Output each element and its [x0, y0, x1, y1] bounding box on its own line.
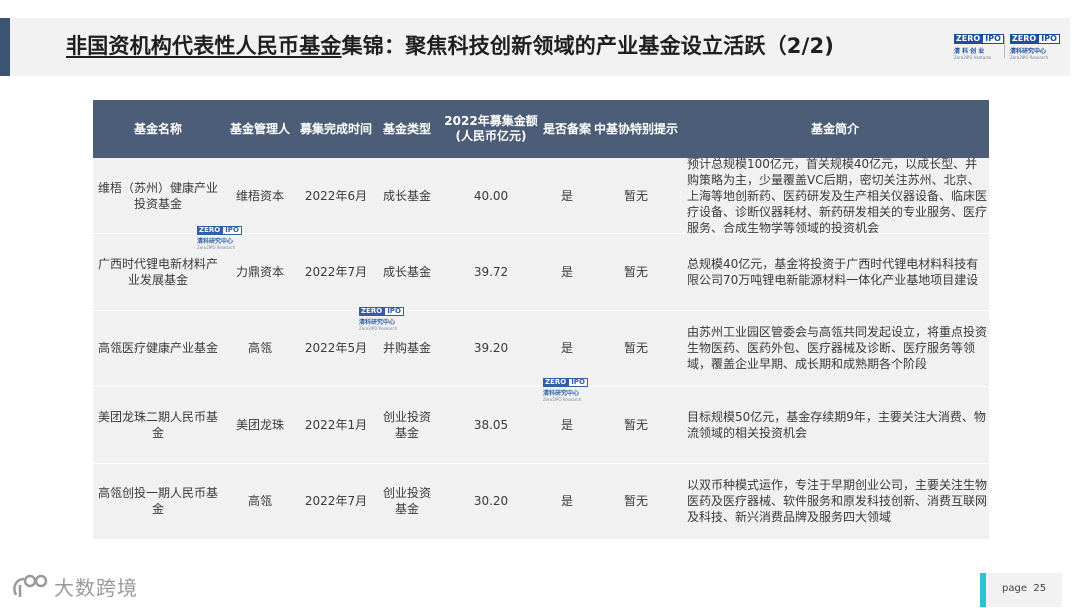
cell-fund-name: 高瓴医疗健康产业基金 — [97, 341, 218, 356]
table-header: 基金名称 基金管理人 募集完成时间 基金类型 2022年募集金额(人民币亿元) … — [93, 100, 989, 158]
cell-notice: 暂无 — [623, 188, 648, 203]
cell-description: 总规模40亿元，基金将投资于广西时代锂电材料科技有限公司70万吨锂电新能源材料一… — [687, 257, 979, 288]
logo-divider — [1004, 36, 1005, 58]
cell-description: 以双币种模式运作，专注于早期创业公司，主要关注生物医药及医疗器械、软件服务和原发… — [687, 478, 988, 525]
brand-name: 大数跨境 — [54, 576, 138, 600]
page-title: 非国资机构代表性人民币基金集锦：聚焦科技创新领域的产业基金设立活跃（2/2) — [66, 30, 834, 60]
zero2ipo-research-logo: ZERO IPO 清科研究中心 Zero2IPO Research — [1010, 34, 1062, 60]
zero2ipo-ventures-logo: ZERO IPO 清 科 创 业 Zero2IPO Ventures — [954, 34, 1006, 60]
cell-fund-name: 美团龙珠二期人民币基金 — [97, 409, 218, 440]
cell-fund-name: 高瓴创投一期人民币基金 — [97, 486, 218, 517]
cell-manager: 高瓴 — [247, 494, 272, 509]
cell-type: 成长基金 — [382, 188, 431, 203]
cell-filed: 是 — [560, 494, 573, 509]
cell-filed: 是 — [560, 188, 573, 203]
cell-manager: 美团龙珠 — [235, 417, 284, 432]
cell-notice: 暂无 — [623, 417, 648, 432]
title-accent-bar — [0, 18, 10, 76]
cell-notice: 暂无 — [623, 494, 648, 509]
page-number: page 25 — [1002, 583, 1047, 594]
zero2ipo-watermark: ZERO IPO 清科研究中心 Zero2IPO Research — [359, 307, 405, 331]
brand-logo-icon — [13, 574, 48, 597]
cell-type: 创业投资基金 — [382, 486, 431, 517]
cell-amount: 30.20 — [473, 494, 509, 509]
table-row: 高瓴医疗健康产业基金 高瓴 2022年5月 并购基金 39.20 是 暂无 由苏… — [93, 310, 989, 388]
cell-description: 目标规模50亿元，基金存续期9年，主要关注大消费、物流领域的相关投资机会 — [687, 409, 986, 440]
cell-manager: 维梧资本 — [235, 188, 284, 203]
cell-type: 创业投资基金 — [382, 409, 431, 440]
header-date: 募集完成时间 — [299, 121, 372, 136]
fund-table: 基金名称 基金管理人 募集完成时间 基金类型 2022年募集金额(人民币亿元) … — [93, 100, 989, 540]
brand-watermark: 大数跨境 — [10, 572, 138, 601]
cell-description: 预计总规模100亿元，首关规模40亿元，以成长型、并购策略为主，少量覆盖VC后期… — [687, 156, 988, 235]
cell-fund-name: 维梧（苏州）健康产业投资基金 — [97, 180, 218, 211]
cell-description: 由苏州工业园区管委会与高瓴共同发起设立，将重点投资生物医药、医药外包、医疗器械及… — [687, 325, 988, 372]
table-row: 高瓴创投一期人民币基金 高瓴 2022年7月 创业投资基金 30.20 是 暂无… — [93, 463, 989, 540]
cell-amount: 40.00 — [473, 188, 509, 203]
header-amount: 2022年募集金额(人民币亿元) — [444, 114, 538, 143]
page-title-underlined: 非国资机构代表性人民币基金 — [66, 34, 342, 58]
cell-notice: 暂无 — [623, 265, 648, 280]
cell-amount: 38.05 — [473, 417, 509, 432]
page-number-accent — [980, 573, 986, 607]
header-description: 基金简介 — [810, 121, 859, 136]
page-number-box: page 25 — [980, 573, 1062, 607]
cell-notice: 暂无 — [623, 341, 648, 356]
header-filed: 是否备案 — [543, 121, 592, 136]
cell-date: 2022年6月 — [304, 188, 368, 203]
header-fund-name: 基金名称 — [133, 121, 182, 136]
cell-manager: 高瓴 — [247, 341, 272, 356]
cell-type: 成长基金 — [382, 265, 431, 280]
cell-date: 2022年7月 — [304, 265, 368, 280]
table-row: 维梧（苏州）健康产业投资基金 维梧资本 2022年6月 成长基金 40.00 是… — [93, 156, 989, 235]
header-manager: 基金管理人 — [229, 121, 290, 136]
cell-date: 2022年7月 — [304, 494, 368, 509]
zero2ipo-watermark: ZERO IPO 清科研究中心 Zero2IPO Research — [197, 226, 243, 250]
table-row: 美团龙珠二期人民币基金 美团龙珠 2022年1月 创业投资基金 38.05 是 … — [93, 387, 989, 464]
cell-amount: 39.72 — [473, 265, 509, 280]
zero2ipo-watermark: ZERO IPO 清科研究中心 Zero2IPO Research — [543, 378, 589, 402]
cell-filed: 是 — [560, 341, 573, 356]
cell-filed: 是 — [560, 265, 573, 280]
header-notice: 中基协特别提示 — [593, 121, 678, 136]
cell-date: 2022年1月 — [304, 417, 368, 432]
header-type: 基金类型 — [382, 121, 431, 136]
cell-amount: 39.20 — [473, 341, 509, 356]
page-title-rest: 集锦：聚焦科技创新领域的产业基金设立活跃（2/2) — [341, 34, 835, 58]
